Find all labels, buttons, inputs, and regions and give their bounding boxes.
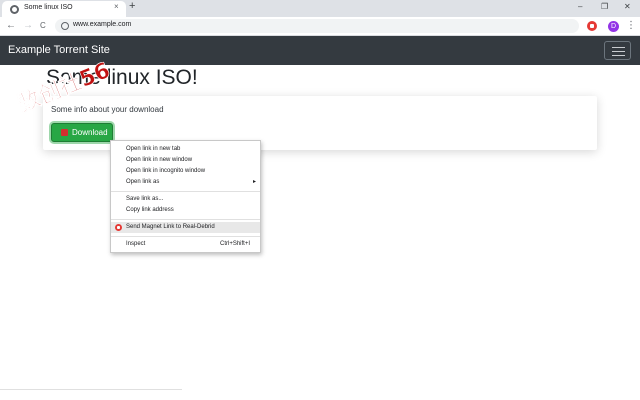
menu-item-label: Inspect	[126, 241, 146, 247]
download-button[interactable]: Download	[51, 123, 113, 142]
watermark-text: 数创社56	[15, 60, 114, 118]
address-bar[interactable]: www.example.com	[55, 19, 579, 33]
globe-icon	[61, 22, 69, 30]
context-menu: Open link in new tab Open link in new wi…	[110, 140, 261, 253]
window-close-icon[interactable]: ✕	[624, 2, 631, 11]
menu-item-label: Open link in new window	[126, 157, 193, 163]
menu-item-label: Open link in new tab	[126, 146, 181, 152]
url-text[interactable]: www.example.com	[73, 21, 131, 28]
watermark: 数创社56	[14, 60, 114, 118]
menu-item-send-to-real-debrid[interactable]: Send Magnet Link to Real-Debrid	[111, 222, 260, 233]
status-divider	[0, 389, 182, 390]
menu-item-inspect[interactable]: Inspect Ctrl+Shift+I	[111, 239, 260, 250]
menu-separator	[111, 191, 260, 192]
magnet-icon	[61, 129, 68, 136]
tab-title: Some linux ISO	[24, 4, 73, 11]
forward-icon[interactable]: →	[23, 20, 33, 31]
real-debrid-extension-icon[interactable]	[587, 21, 597, 31]
new-tab-button[interactable]: +	[129, 0, 135, 12]
hamburger-icon	[612, 55, 625, 56]
restore-icon[interactable]: ❐	[601, 2, 608, 11]
browser-menu-icon[interactable]: ⋮	[626, 20, 636, 31]
menu-item-label: Copy link address	[126, 207, 174, 213]
hamburger-icon	[612, 51, 625, 52]
globe-favicon-icon	[10, 5, 19, 14]
menu-item-label: Open link as	[126, 179, 160, 185]
profile-avatar[interactable]: D	[608, 21, 619, 32]
back-icon[interactable]: ←	[6, 20, 16, 31]
reload-icon[interactable]: C	[40, 21, 46, 30]
menu-item-open-new-window[interactable]: Open link in new window	[111, 155, 260, 166]
menu-separator	[111, 236, 260, 237]
real-debrid-icon	[115, 224, 122, 231]
tab-close-icon[interactable]: ×	[114, 2, 119, 11]
menu-separator	[111, 219, 260, 220]
menu-item-save-link-as[interactable]: Save link as...	[111, 194, 260, 205]
browser-toolbar: ← → C www.example.com D ⋮	[0, 17, 640, 36]
menu-item-open-new-tab[interactable]: Open link in new tab	[111, 144, 260, 155]
menu-item-open-link-as[interactable]: Open link as ▸	[111, 177, 260, 188]
menu-item-copy-link-address[interactable]: Copy link address	[111, 205, 260, 216]
tab-active[interactable]: Some linux ISO ×	[2, 1, 126, 17]
menu-item-label: Save link as...	[126, 196, 164, 202]
minimize-icon[interactable]: –	[578, 2, 582, 11]
menu-item-label: Send Magnet Link to Real-Debrid	[126, 224, 215, 230]
submenu-arrow-icon: ▸	[252, 179, 256, 185]
site-brand[interactable]: Example Torrent Site	[8, 44, 110, 56]
menu-item-label: Open link in incognito window	[126, 168, 206, 174]
menu-item-open-incognito[interactable]: Open link in incognito window	[111, 166, 260, 177]
navbar-toggler-button[interactable]	[604, 41, 631, 60]
hamburger-icon	[612, 47, 625, 48]
download-button-label: Download	[72, 128, 108, 137]
menu-item-shortcut: Ctrl+Shift+I	[219, 241, 250, 247]
tab-strip: Some linux ISO × + – ❐ ✕	[0, 0, 640, 17]
